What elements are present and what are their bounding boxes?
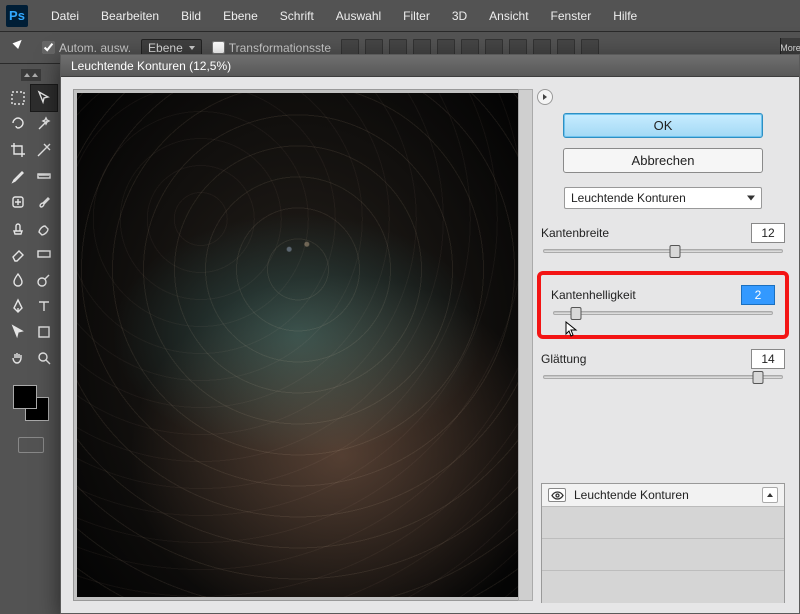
filter-gallery-window: Leuchtende Konturen (12,5%) OK Abbrechen…	[60, 54, 800, 614]
effect-stack-row[interactable]: Leuchtende Konturen	[542, 484, 784, 507]
menu-3d[interactable]: 3D	[441, 0, 478, 32]
magic-wand-tool-icon[interactable]	[31, 111, 57, 137]
menu-window[interactable]: Fenster	[540, 0, 603, 32]
dodge-tool-icon[interactable]	[31, 267, 57, 293]
visibility-eye-icon[interactable]	[548, 488, 566, 502]
menu-help[interactable]: Hilfe	[602, 0, 648, 32]
menu-view[interactable]: Ansicht	[478, 0, 539, 32]
autoselect-input[interactable]	[42, 41, 55, 54]
param-kantenhelligkeit: Kantenhelligkeit	[551, 285, 775, 315]
toolbox	[0, 64, 62, 461]
controls-pane: OK Abbrechen Leuchtende Konturen Kantenb…	[535, 77, 799, 613]
slice-tool-icon[interactable]	[31, 137, 57, 163]
eyedropper-tool-icon[interactable]	[5, 163, 31, 189]
param-glattung-input[interactable]	[751, 349, 785, 369]
gradient-tool-icon[interactable]	[31, 241, 57, 267]
shape-tool-icon[interactable]	[31, 319, 57, 345]
menu-bar: Ps Datei Bearbeiten Bild Ebene Schrift A…	[0, 0, 800, 32]
param-glattung-label: Glättung	[541, 352, 586, 366]
preview-scrollbar[interactable]	[518, 89, 533, 601]
menu-type[interactable]: Schrift	[269, 0, 325, 32]
effect-slot[interactable]	[542, 507, 784, 539]
slider-handle[interactable]	[669, 245, 680, 258]
param-kantenhelligkeit-label: Kantenhelligkeit	[551, 288, 636, 302]
param-kantenbreite: Kantenbreite	[541, 223, 785, 253]
move-tool-icon[interactable]	[31, 85, 57, 111]
app-logo: Ps	[6, 5, 28, 27]
ruler-tool-icon[interactable]	[31, 163, 57, 189]
type-tool-icon[interactable]	[31, 293, 57, 319]
crop-tool-icon[interactable]	[5, 137, 31, 163]
hand-tool-icon[interactable]	[5, 345, 31, 371]
menu-select[interactable]: Auswahl	[325, 0, 392, 32]
zoom-tool-icon[interactable]	[31, 345, 57, 371]
healing-brush-tool-icon[interactable]	[5, 189, 31, 215]
panel-collapse-icon[interactable]	[537, 89, 553, 105]
screen-mode-icon[interactable]	[18, 437, 44, 453]
lasso-tool-icon[interactable]	[5, 111, 31, 137]
menu-edit[interactable]: Bearbeiten	[90, 0, 170, 32]
menu-filter[interactable]: Filter	[392, 0, 441, 32]
pen-tool-icon[interactable]	[5, 293, 31, 319]
toolbox-expand-icon[interactable]	[21, 69, 41, 81]
path-selection-tool-icon[interactable]	[5, 319, 31, 345]
window-title: Leuchtende Konturen (12,5%)	[61, 55, 799, 77]
autoselect-label: Autom. ausw.	[59, 41, 131, 55]
color-swatches[interactable]	[11, 383, 51, 423]
highlight-annotation: Kantenhelligkeit	[537, 271, 789, 339]
transform-controls-input[interactable]	[212, 41, 225, 54]
menu-image[interactable]: Bild	[170, 0, 212, 32]
autoselect-checkbox[interactable]: Autom. ausw.	[42, 41, 131, 55]
slider-handle[interactable]	[753, 371, 764, 384]
param-kantenbreite-input[interactable]	[751, 223, 785, 243]
stack-expand-icon[interactable]	[762, 487, 778, 503]
cancel-button[interactable]: Abbrechen	[563, 148, 763, 173]
clone-stamp-tool-icon[interactable]	[5, 215, 31, 241]
effect-stack-body	[542, 507, 784, 603]
param-glattung-slider[interactable]	[543, 375, 783, 379]
brush-tool-icon[interactable]	[31, 189, 57, 215]
menu-file[interactable]: Datei	[40, 0, 90, 32]
effect-slot[interactable]	[542, 539, 784, 571]
transform-controls-label: Transformationsste	[229, 41, 331, 55]
eraser-tool-icon[interactable]	[5, 241, 31, 267]
param-kantenbreite-label: Kantenbreite	[541, 226, 609, 240]
slider-handle[interactable]	[570, 307, 581, 320]
blur-tool-icon[interactable]	[5, 267, 31, 293]
cursor-icon	[565, 321, 579, 339]
move-tool-icon	[14, 39, 32, 57]
param-kantenhelligkeit-slider[interactable]	[553, 311, 773, 315]
param-kantenhelligkeit-input[interactable]	[741, 285, 775, 305]
transform-controls-checkbox[interactable]: Transformationsste	[212, 41, 331, 55]
param-glattung: Glättung	[541, 349, 785, 379]
menu-layer[interactable]: Ebene	[212, 0, 269, 32]
history-brush-tool-icon[interactable]	[31, 215, 57, 241]
ok-button[interactable]: OK	[563, 113, 763, 138]
preview-pane	[61, 77, 535, 613]
filter-preview-canvas[interactable]	[77, 93, 519, 597]
effect-stack: Leuchtende Konturen	[541, 483, 785, 603]
marquee-tool-icon[interactable]	[5, 85, 31, 111]
foreground-swatch[interactable]	[13, 385, 37, 409]
effect-stack-label: Leuchtende Konturen	[574, 488, 689, 502]
param-kantenbreite-slider[interactable]	[543, 249, 783, 253]
effect-select[interactable]: Leuchtende Konturen	[564, 187, 762, 209]
